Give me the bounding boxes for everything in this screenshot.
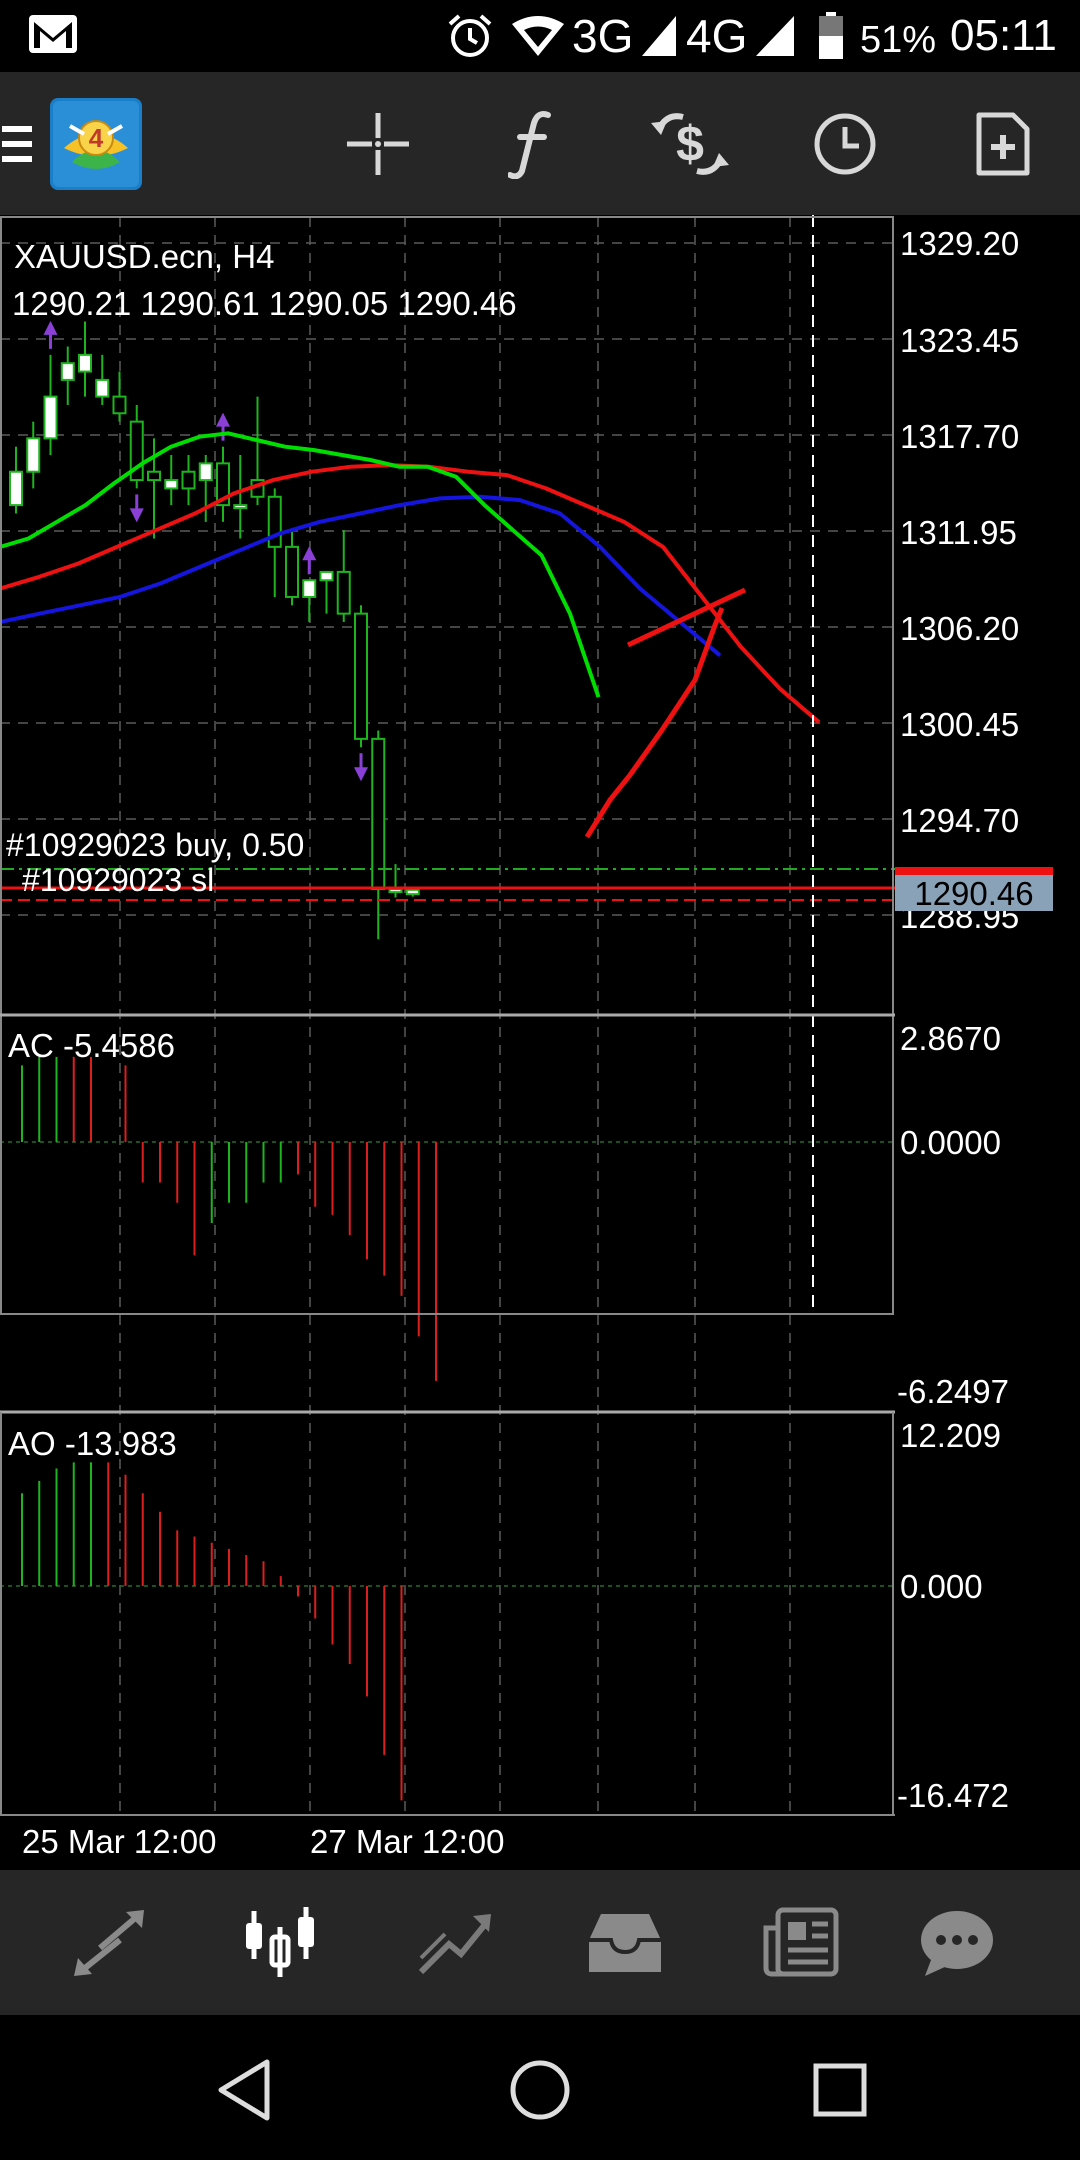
candle-body [147, 470, 161, 482]
fractal-arrow-head [129, 508, 144, 523]
network-3g-label: 3G [572, 10, 634, 62]
price-tick: 1300.45 [900, 706, 1019, 743]
add-document-icon[interactable] [945, 72, 1060, 215]
top-toolbar: 4 $ [0, 72, 1080, 215]
candle-body [60, 362, 75, 381]
order-label: #10929023 buy, 0.50 [6, 827, 304, 863]
chart-canvas[interactable]: XAUUSD.ecn, H4 1290.21 1290.61 1290.05 1… [0, 215, 1080, 1870]
candle-body [319, 570, 334, 582]
candle-body [26, 437, 41, 473]
trade-tab-icon[interactable] [380, 1870, 530, 2015]
candle-body [164, 479, 179, 490]
symbol-label: XAUUSD.ecn, H4 [14, 238, 274, 275]
bottom-navigation [0, 1870, 1080, 2015]
clock-time: 05:11 [950, 11, 1057, 60]
battery-percent: 51% [860, 19, 937, 61]
price-tick: 1294.70 [900, 802, 1019, 839]
candle-body [112, 395, 127, 415]
gmail-icon [28, 14, 78, 59]
candle-body [233, 504, 248, 510]
time-tick: 27 Mar 12:00 [310, 1823, 504, 1860]
status-bar: 3G 4G 51% 05:11 [0, 0, 1080, 72]
price-tick: 1306.20 [900, 610, 1019, 647]
time-tick: 25 Mar 12:00 [22, 1823, 216, 1860]
candle-body [78, 353, 92, 373]
current-price-value: 1290.46 [914, 875, 1033, 912]
ac-scale-max: 2.8670 [900, 1020, 1001, 1057]
ac-scale-zero: 0.0000 [900, 1124, 1001, 1161]
current-price-tag-top [895, 867, 1053, 875]
dollar-arrows-icon[interactable]: $ [630, 72, 750, 215]
hamburger-menu-icon[interactable] [0, 72, 36, 215]
wifi-icon [510, 14, 566, 63]
fractal-arrow-head [216, 412, 230, 427]
system-navigation-bar [0, 2015, 1080, 2160]
ao-scale-max: 12.209 [900, 1417, 1001, 1454]
svg-text:$: $ [676, 116, 704, 172]
battery-icon [818, 12, 844, 65]
svg-text:4: 4 [88, 123, 103, 153]
home-icon[interactable] [485, 2040, 595, 2140]
ao-scale-min: -16.472 [897, 1777, 1009, 1814]
price-tick: 1311.95 [900, 514, 1017, 551]
ohlc-label: 1290.21 1290.61 1290.05 1290.46 [12, 285, 517, 322]
fractal-arrow-head [354, 767, 368, 782]
alarm-icon [446, 12, 494, 65]
recents-icon[interactable] [785, 2040, 895, 2140]
signal-4g-icon [756, 16, 794, 61]
chat-tab-icon[interactable] [882, 1870, 1032, 2015]
candle-body [181, 470, 196, 490]
ac-scale-min: -6.2497 [897, 1373, 1009, 1410]
back-icon[interactable] [190, 2040, 300, 2140]
price-tick: 1317.70 [900, 418, 1019, 455]
candle-body [95, 378, 110, 398]
price-tick: 1329.20 [900, 225, 1019, 262]
chart-frame [0, 216, 894, 1315]
sl-label: #10929023 sl [22, 862, 214, 898]
crosshair-icon[interactable] [320, 72, 435, 215]
candle-body [354, 612, 368, 740]
fractal-arrow-head [43, 320, 58, 335]
ao-label: AO -13.983 [8, 1425, 177, 1462]
ao-scale-zero: 0.000 [900, 1568, 983, 1605]
candle-body [405, 888, 420, 896]
candle-body [336, 570, 351, 615]
metatrader-4-logo[interactable]: 4 [48, 72, 143, 215]
chart-area[interactable]: XAUUSD.ecn, H4 1290.21 1290.61 1290.05 1… [0, 215, 1080, 1870]
candle-body [9, 470, 23, 507]
quotes-tab-icon[interactable] [35, 1870, 185, 2015]
function-f-icon[interactable] [475, 72, 590, 215]
history-tab-icon[interactable] [550, 1870, 700, 2015]
clock-icon[interactable] [790, 72, 900, 215]
candle-body [371, 737, 386, 891]
news-tab-icon[interactable] [725, 1870, 875, 2015]
candle-body [302, 579, 317, 598]
candle-body [198, 462, 213, 482]
network-4g-label: 4G [686, 10, 748, 62]
candle-body [43, 395, 58, 440]
fractal-arrow-head [302, 546, 317, 561]
drawn-line [626, 587, 747, 648]
signal-3g-icon [642, 16, 676, 61]
candle-body [285, 545, 299, 598]
ac-label: AC -5.4586 [8, 1027, 175, 1064]
chart-tab-icon[interactable] [205, 1870, 355, 2015]
price-tick: 1323.45 [900, 322, 1019, 359]
candle-body [388, 888, 403, 894]
